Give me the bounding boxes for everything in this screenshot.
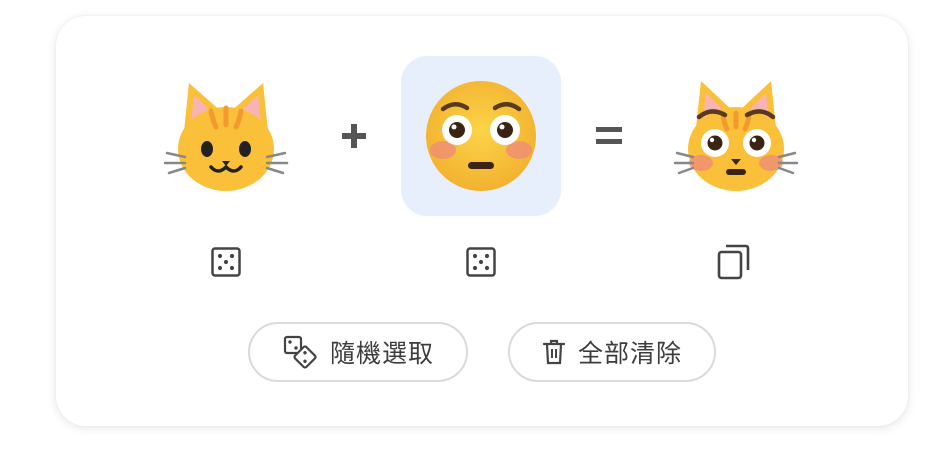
cat-face-emoji bbox=[163, 83, 289, 191]
flushed-face-emoji bbox=[426, 81, 536, 191]
flushed-cat-face-emoji bbox=[673, 81, 799, 191]
equals-operator bbox=[589, 114, 629, 158]
clear-all-button[interactable]: 全部清除 bbox=[508, 322, 716, 382]
clear-all-label: 全部清除 bbox=[577, 339, 682, 368]
randomize-left-button[interactable] bbox=[206, 242, 246, 282]
trash-icon bbox=[542, 339, 566, 365]
right-emoji-slot[interactable] bbox=[401, 56, 561, 216]
left-emoji-slot[interactable] bbox=[146, 56, 306, 216]
random-select-button[interactable]: 隨機選取 bbox=[248, 322, 468, 382]
plus-operator bbox=[334, 114, 374, 158]
randomize-right-button[interactable] bbox=[461, 242, 501, 282]
copy-result-button[interactable] bbox=[713, 242, 753, 282]
equals-icon bbox=[596, 127, 622, 144]
dice-icon bbox=[466, 247, 496, 277]
emoji-kitchen-card: 隨機選取 全部清除 bbox=[56, 16, 908, 426]
result-emoji-slot[interactable] bbox=[656, 56, 816, 216]
plus-icon bbox=[342, 124, 366, 148]
dice-icon bbox=[211, 247, 241, 277]
random-select-label: 隨機選取 bbox=[329, 339, 434, 368]
copy-icon bbox=[717, 244, 750, 280]
dice-shuffle-icon bbox=[283, 335, 317, 369]
